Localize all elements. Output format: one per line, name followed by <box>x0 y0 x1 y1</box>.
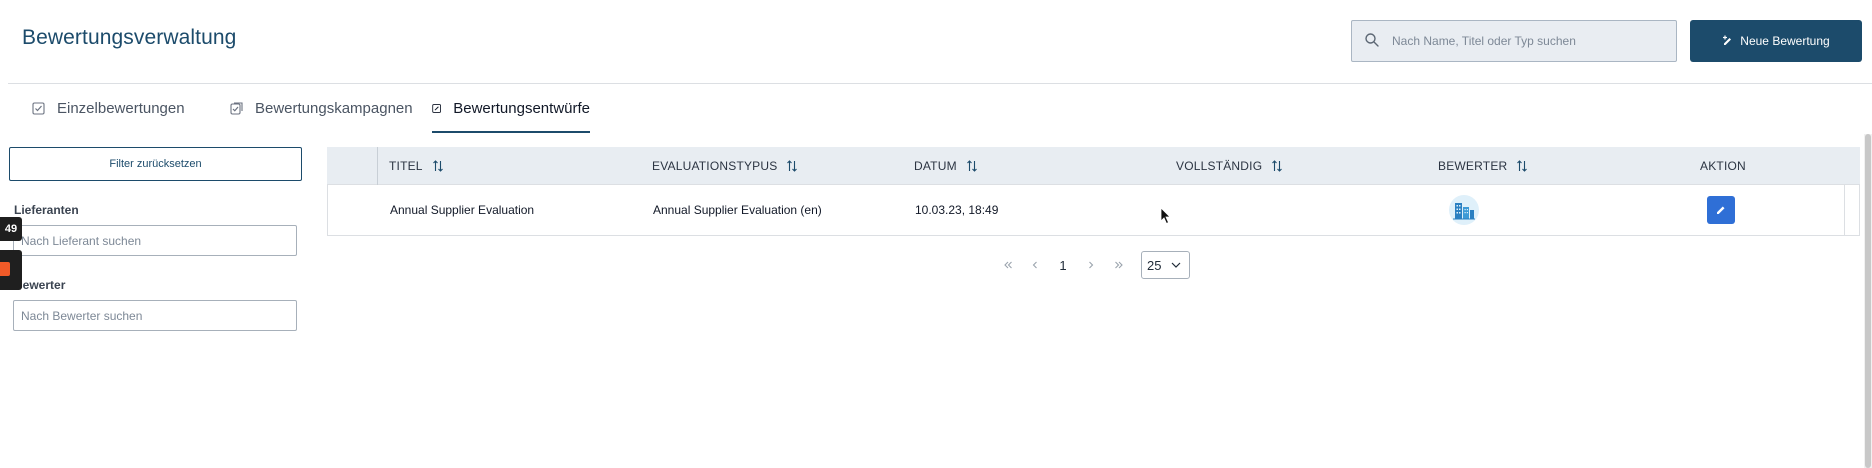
current-page[interactable]: 1 <box>1054 251 1072 279</box>
page-size-value: 25 <box>1147 257 1162 273</box>
previous-page-button[interactable] <box>1026 251 1044 279</box>
cell-date: 10.03.23, 18:49 <box>915 203 999 217</box>
column-label: BEWERTER <box>1438 159 1508 173</box>
new-evaluation-label: Neue Bewertung <box>1740 34 1830 48</box>
column-label: VOLLSTÄNDIG <box>1176 159 1263 173</box>
cell-title: Annual Supplier Evaluation <box>390 203 535 217</box>
sort-icon[interactable] <box>1271 160 1283 172</box>
cell-evaluator <box>1449 185 1479 235</box>
sort-icon[interactable] <box>432 160 444 172</box>
tab-bewertungskampagnen[interactable]: Bewertungskampagnen <box>230 84 413 132</box>
cell-action <box>1707 185 1735 235</box>
new-evaluation-button[interactable]: Neue Bewertung <box>1690 20 1862 62</box>
chevron-down-icon <box>1171 262 1181 268</box>
building-icon <box>1453 203 1475 220</box>
table-header: TITEL EVALUATIONSTYPUS DATUM VOLLSTÄNDIG… <box>327 147 1860 185</box>
cell-type: Annual Supplier Evaluation (en) <box>653 203 822 217</box>
widget-icon <box>0 262 10 276</box>
search-input[interactable] <box>1392 21 1672 61</box>
checklist-icon <box>230 101 243 115</box>
row-divider <box>1844 185 1845 235</box>
tab-einzelbewertungen[interactable]: Einzelbewertungen <box>32 84 185 132</box>
mouse-cursor-icon <box>1160 207 1171 225</box>
double-chevron-left-icon <box>1004 261 1012 269</box>
first-page-button[interactable] <box>999 251 1017 279</box>
evaluator-search-input[interactable] <box>13 300 297 331</box>
chevron-left-icon <box>1032 261 1037 269</box>
tab-label: Bewertungskampagnen <box>255 99 413 117</box>
sort-icon[interactable] <box>966 160 978 172</box>
page-scrollbar[interactable] <box>1864 134 1872 468</box>
supplier-filter-label: Lieferanten <box>14 203 79 217</box>
edit-draft-button[interactable] <box>1707 196 1735 224</box>
reset-filters-button[interactable]: Filter zurücksetzen <box>9 147 302 181</box>
pencil-icon <box>1717 206 1725 214</box>
column-header-action: AKTION <box>1700 147 1746 185</box>
side-widget-button[interactable] <box>0 250 22 290</box>
scrollbar-thumb[interactable] <box>1865 134 1871 468</box>
column-header-date[interactable]: DATUM <box>914 147 978 185</box>
supplier-search-input[interactable] <box>13 225 297 256</box>
column-label: AKTION <box>1700 159 1746 173</box>
building-avatar-icon[interactable] <box>1449 195 1479 225</box>
drafts-table: TITEL EVALUATIONSTYPUS DATUM VOLLSTÄNDIG… <box>327 147 1860 236</box>
checkbox-icon <box>32 101 45 115</box>
search-box[interactable] <box>1351 20 1677 62</box>
draft-edit-icon <box>432 103 441 113</box>
sort-icon[interactable] <box>786 160 798 172</box>
last-page-button[interactable] <box>1110 251 1128 279</box>
table-row[interactable]: Annual Supplier Evaluation Annual Suppli… <box>327 185 1860 236</box>
column-header-evaluator[interactable]: BEWERTER <box>1438 147 1528 185</box>
column-label: EVALUATIONSTYPUS <box>652 159 778 173</box>
sort-icon[interactable] <box>1516 160 1528 172</box>
edit-plus-icon <box>1723 35 1732 45</box>
notification-badge[interactable]: 49 <box>0 217 22 241</box>
column-header-title[interactable]: TITEL <box>389 147 444 185</box>
column-header-complete[interactable]: VOLLSTÄNDIG <box>1176 147 1283 185</box>
column-label: DATUM <box>914 159 957 173</box>
tab-label: Einzelbewertungen <box>57 99 185 117</box>
tab-label: Bewertungsentwürfe <box>453 99 590 117</box>
selection-column-header <box>327 147 378 185</box>
column-label: TITEL <box>389 159 423 173</box>
chevron-right-icon <box>1089 261 1094 269</box>
column-header-type[interactable]: EVALUATIONSTYPUS <box>652 147 798 185</box>
double-chevron-right-icon <box>1115 261 1123 269</box>
next-page-button[interactable] <box>1082 251 1100 279</box>
page-size-select[interactable]: 25 <box>1141 251 1190 279</box>
search-icon <box>1365 33 1379 47</box>
page-title: Bewertungsverwaltung <box>22 26 237 49</box>
tab-bewertungsentwuerfe[interactable]: Bewertungsentwürfe <box>432 84 590 133</box>
